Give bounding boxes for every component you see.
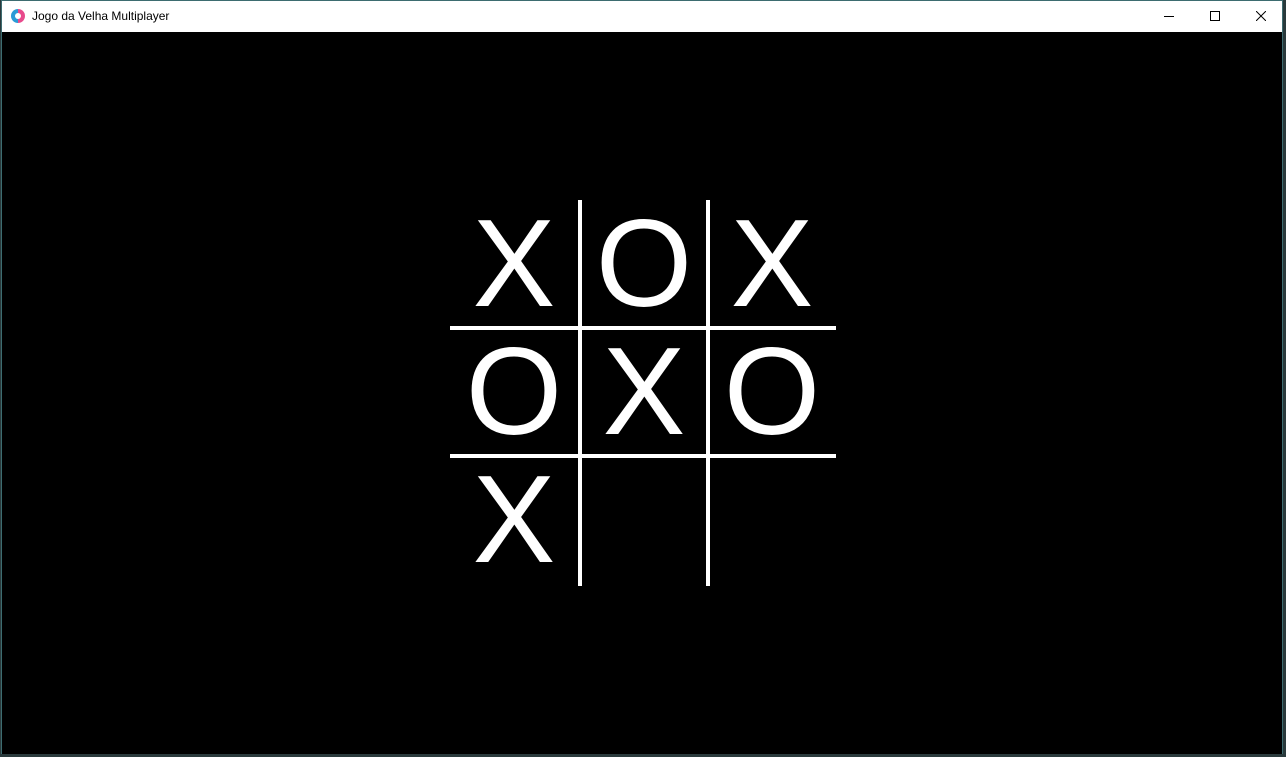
board-cell-5[interactable]: O bbox=[708, 328, 836, 456]
window-title: Jogo da Velha Multiplayer bbox=[32, 9, 170, 23]
title-bar[interactable]: Jogo da Velha Multiplayer bbox=[2, 1, 1282, 32]
board-cell-0[interactable]: X bbox=[450, 200, 578, 328]
maximize-icon bbox=[1210, 11, 1220, 21]
board-cell-8[interactable] bbox=[708, 456, 836, 584]
minimize-icon bbox=[1164, 16, 1174, 17]
close-button[interactable] bbox=[1238, 1, 1284, 32]
minimize-button[interactable] bbox=[1146, 1, 1192, 32]
maximize-button[interactable] bbox=[1192, 1, 1238, 32]
game-canvas[interactable]: X O X O X O X bbox=[2, 32, 1282, 754]
app-icon bbox=[11, 9, 25, 23]
board-cell-6[interactable]: X bbox=[450, 456, 578, 584]
board-cell-4[interactable]: X bbox=[580, 328, 708, 456]
tic-tac-toe-board: X O X O X O X bbox=[450, 200, 838, 586]
board-cell-3[interactable]: O bbox=[450, 328, 578, 456]
board-cell-7[interactable] bbox=[580, 456, 708, 584]
board-cell-2[interactable]: X bbox=[708, 200, 836, 328]
close-icon bbox=[1256, 11, 1266, 21]
game-window: Jogo da Velha Multiplayer X O X O X O X bbox=[1, 0, 1283, 754]
board-cell-1[interactable]: O bbox=[580, 200, 708, 328]
